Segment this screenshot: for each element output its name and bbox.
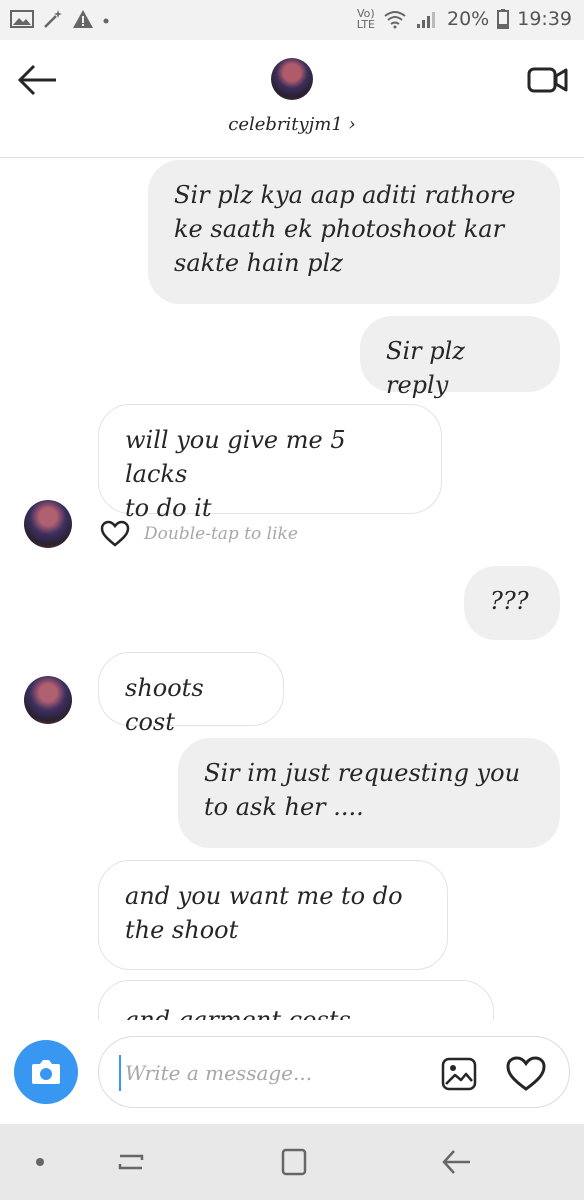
message-composer [0,1020,584,1124]
camera-icon [32,1060,60,1084]
message-input-box[interactable] [98,1036,570,1108]
message-incoming[interactable]: shoots cost [98,652,284,736]
gallery-icon[interactable] [441,1057,477,1091]
message-incoming[interactable]: and garment costs [98,980,494,1020]
message-line: Sir im just requesting you [204,759,521,787]
message-input[interactable] [119,1055,419,1091]
chat-header: celebrityjm1 › [0,40,584,158]
message-incoming[interactable]: and you want me to do the shoot [98,860,448,970]
message-incoming[interactable]: will you give me 5 lacks to do it [98,404,442,522]
message-line: the shoot [125,916,239,944]
message-line: ??? [490,587,529,615]
message-line: to ask her .... [204,793,364,821]
status-right: Vo) LTE 20% 19:39 [357,8,572,30]
message-outgoing[interactable]: Sir im just requesting you to ask her ..… [178,738,560,848]
magic-wand-icon [44,10,62,28]
home-icon[interactable] [274,1144,314,1180]
like-hint-row[interactable]: Double-tap to like [100,520,298,548]
dot-icon [103,18,109,24]
message-line: shoots cost [125,674,204,736]
back-icon[interactable] [436,1144,476,1180]
message-line: sakte hain plz [174,249,343,277]
username-link[interactable]: celebrityjm1 › [0,114,584,135]
message-thread[interactable]: Sir plz kya aap aditi rathore ke saath e… [0,158,584,1020]
clock: 19:39 [517,8,572,30]
back-arrow-icon[interactable] [16,62,60,98]
double-tap-hint: Double-tap to like [144,524,298,544]
message-line: and you want me to do [125,882,403,910]
status-bar: Vo) LTE 20% 19:39 [0,0,584,40]
camera-button[interactable] [14,1040,78,1104]
battery-percent: 20% [447,8,490,30]
message-outgoing[interactable]: ??? [464,566,560,640]
video-call-icon[interactable] [526,64,570,96]
sender-avatar[interactable] [24,676,72,724]
signal-icon [417,12,435,28]
message-line: Sir plz kya aap aditi rathore [174,181,516,209]
message-outgoing[interactable]: Sir plz kya aap aditi rathore ke saath e… [148,160,560,304]
status-left [10,8,110,30]
message-line: ke saath ek photoshoot kar [174,215,505,243]
message-line: will you give me 5 lacks [125,426,346,488]
volte-indicator: Vo) LTE [356,7,375,31]
heart-icon[interactable] [505,1055,547,1093]
dot-icon[interactable] [22,1144,62,1180]
message-line: and garment costs [125,1006,351,1020]
system-nav-bar [0,1124,584,1200]
sender-avatar[interactable] [24,500,72,548]
profile-avatar[interactable] [271,58,313,100]
battery-icon [497,9,510,29]
recents-icon[interactable] [112,1144,152,1180]
message-outgoing[interactable]: Sir plz reply [360,316,560,399]
gallery-icon [10,10,34,28]
wifi-icon [384,11,406,29]
heart-outline-icon[interactable] [100,520,130,548]
warning-icon [73,10,93,28]
message-line: Sir plz reply [386,337,465,399]
